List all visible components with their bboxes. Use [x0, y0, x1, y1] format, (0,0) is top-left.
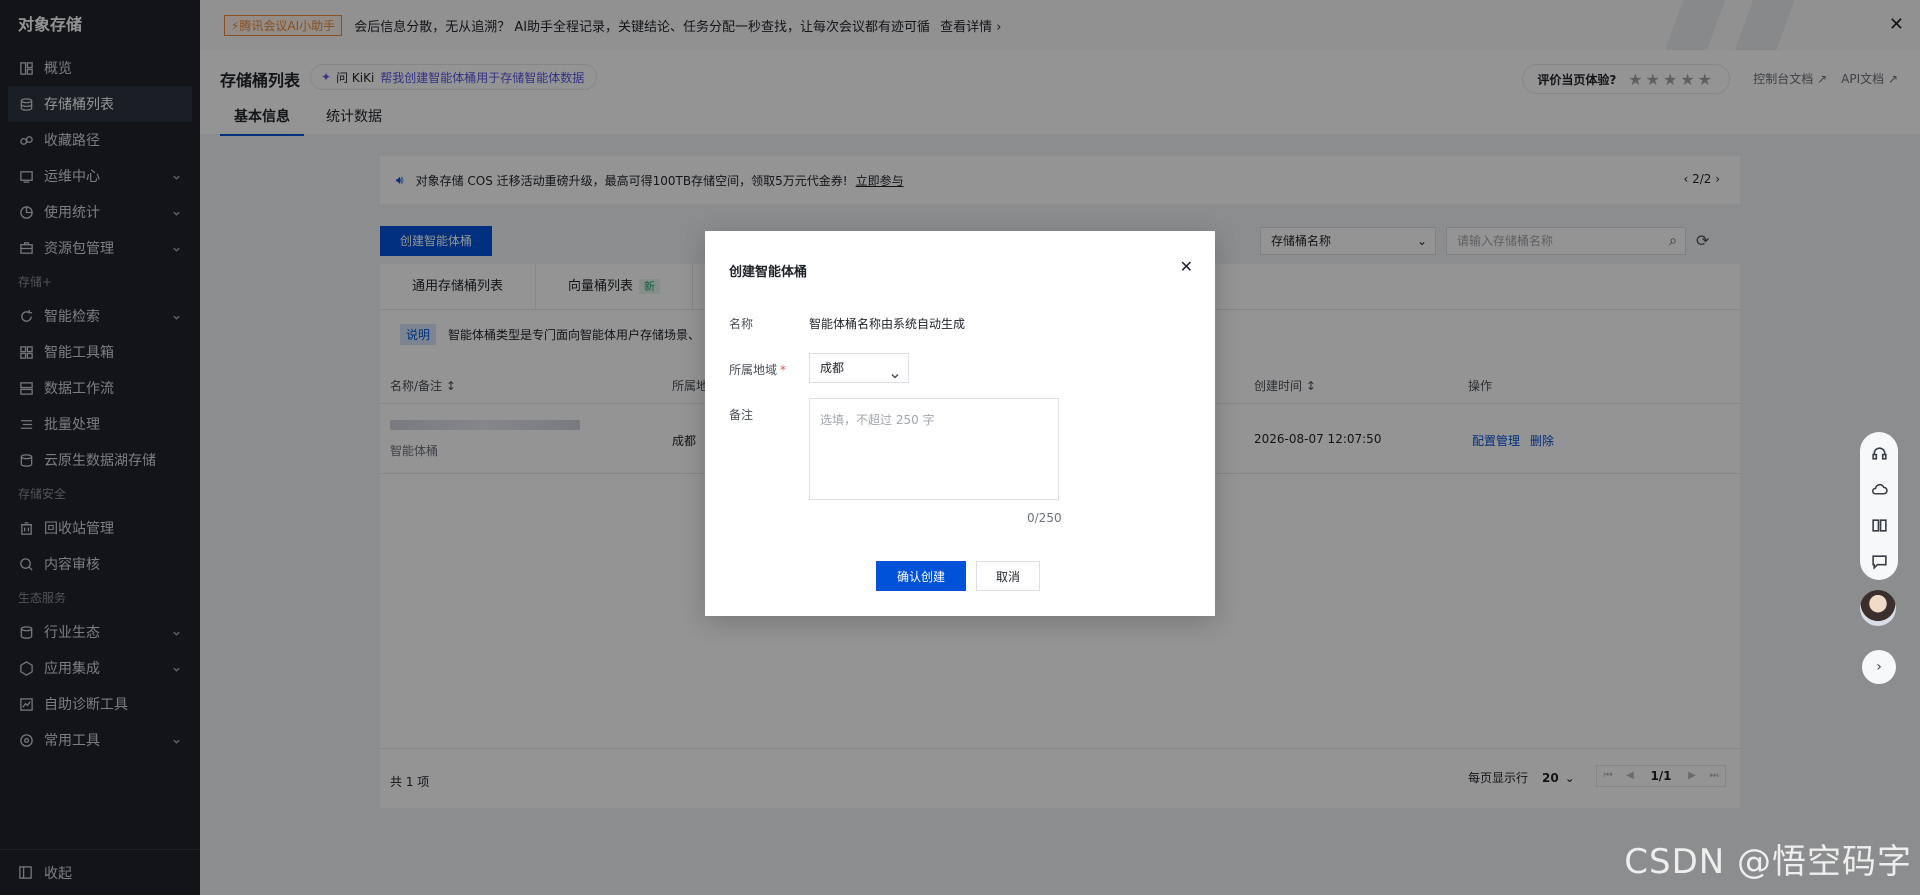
create-bucket-dialog: 创建智能体桶 ✕ 名称 智能体桶名称由系统自动生成 所属地域* 成都 备注 0/… — [705, 231, 1215, 616]
watermark: CSDN @悟空码字 — [1624, 842, 1912, 882]
remark-textarea[interactable] — [809, 398, 1059, 500]
support-headset-icon[interactable] — [1861, 435, 1897, 471]
region-label-text: 所属地域 — [729, 363, 778, 377]
float-tools — [1860, 435, 1898, 579]
book-icon[interactable] — [1861, 507, 1897, 543]
cancel-button[interactable]: 取消 — [976, 561, 1040, 591]
region-select-value: 成都 — [820, 361, 845, 375]
name-label: 名称 — [729, 317, 754, 331]
required-mark: * — [780, 363, 787, 377]
dialog-close-icon[interactable]: ✕ — [1180, 257, 1193, 276]
chevron-down-icon — [890, 363, 900, 379]
dialog-title: 创建智能体桶 — [729, 265, 808, 280]
remark-counter: 0/250 — [1027, 511, 1062, 525]
expand-chevron-icon[interactable]: › — [1862, 650, 1896, 684]
feedback-icon[interactable] — [1861, 543, 1897, 579]
confirm-create-button[interactable]: 确认创建 — [876, 561, 966, 591]
assistant-avatar[interactable] — [1860, 590, 1896, 626]
name-value: 智能体桶名称由系统自动生成 — [809, 317, 966, 331]
remark-label: 备注 — [729, 408, 754, 422]
region-select[interactable]: 成都 — [809, 353, 909, 383]
region-label: 所属地域 * — [729, 361, 786, 378]
cloud-icon[interactable] — [1861, 471, 1897, 507]
